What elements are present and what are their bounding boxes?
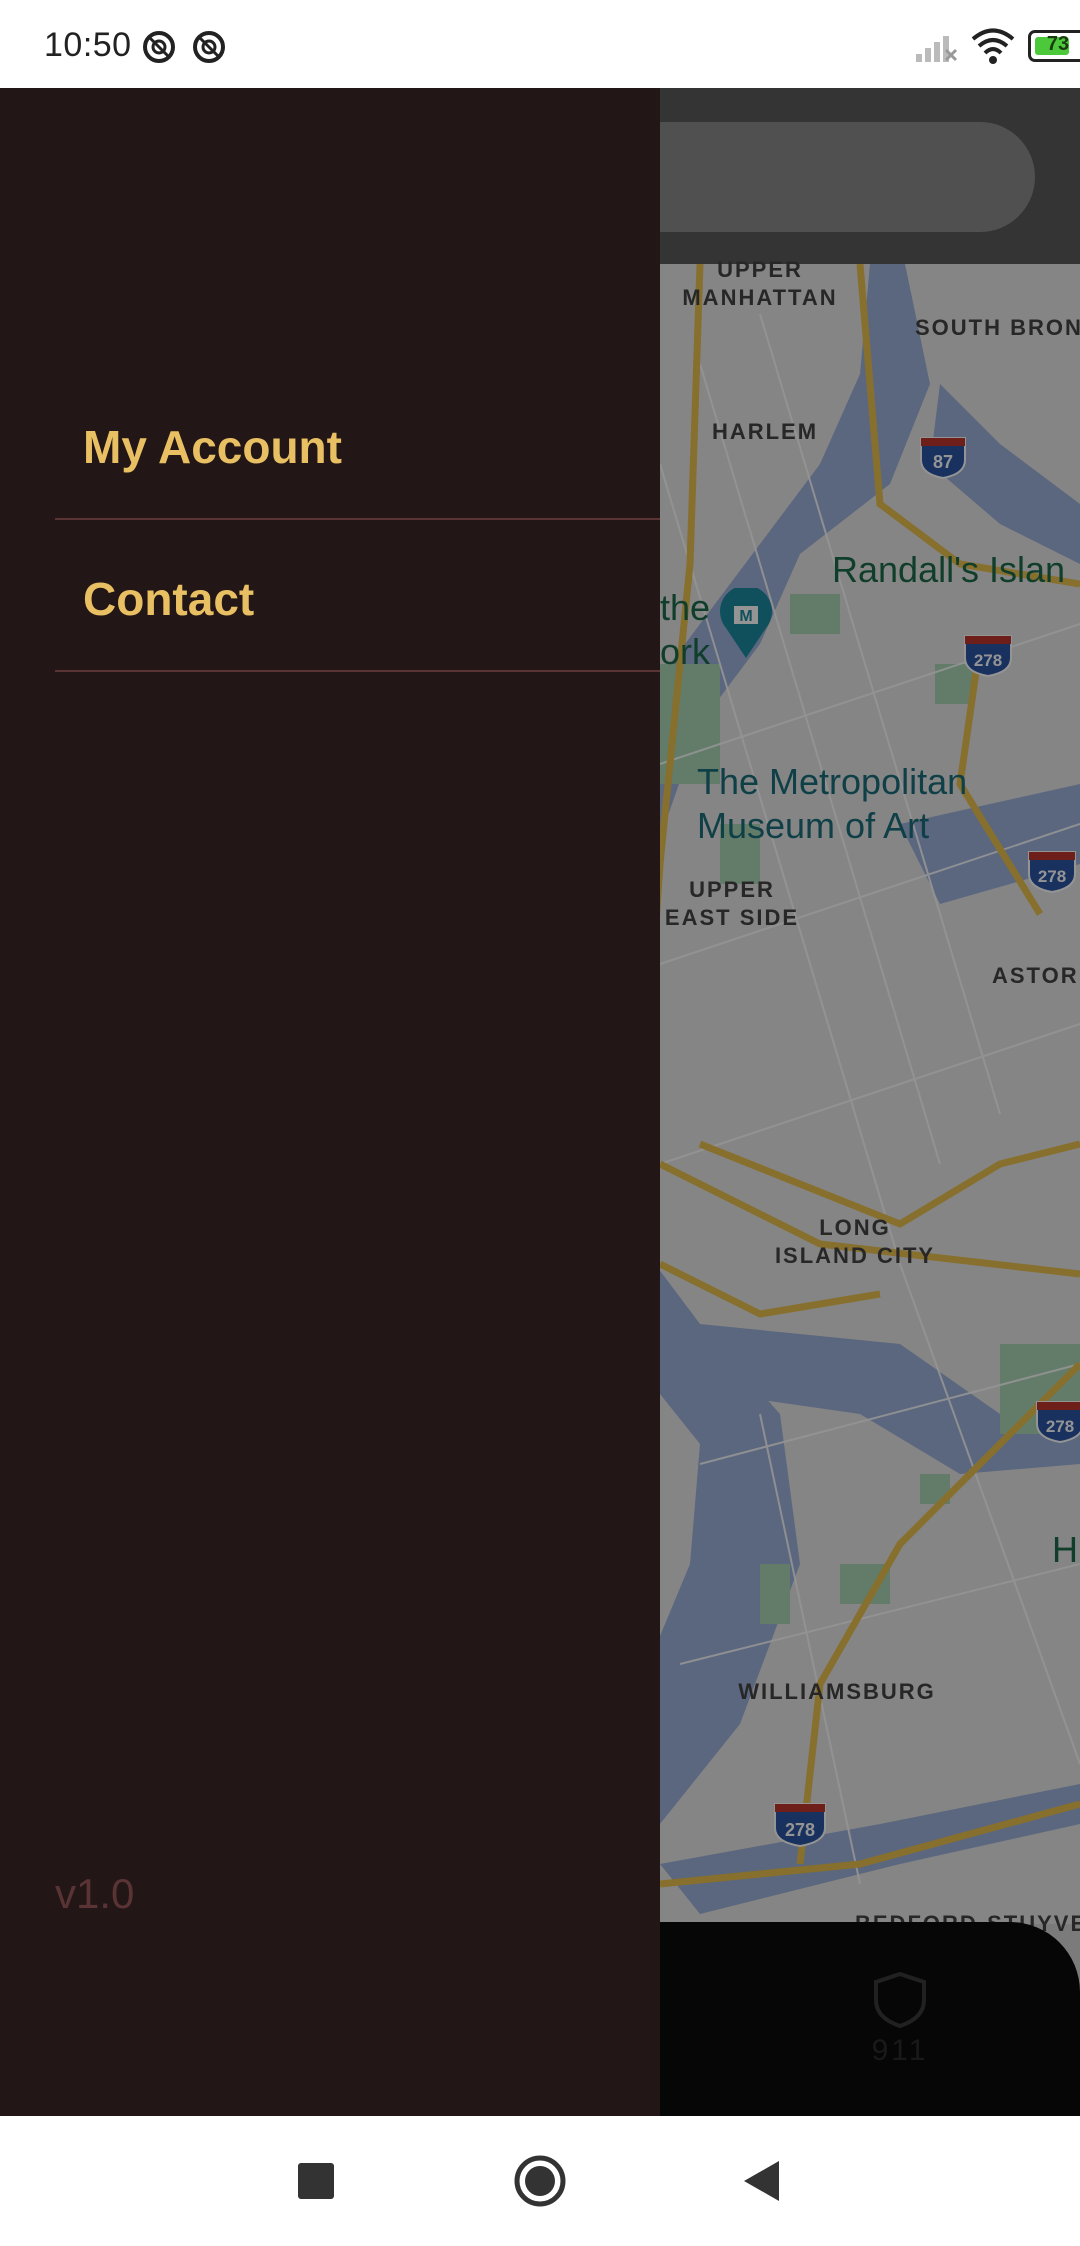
drawer-item-my-account[interactable]: My Account — [55, 368, 660, 520]
drawer-item-contact[interactable]: Contact — [55, 520, 660, 672]
signal-icon — [916, 36, 958, 62]
wifi-icon — [971, 28, 1015, 64]
system-navigation-bar — [0, 2116, 1080, 2246]
status-bar: 10:50 73 — [0, 0, 1080, 88]
recents-square-icon[interactable] — [281, 2146, 351, 2216]
drawer-item-label: My Account — [83, 421, 342, 473]
battery-level: 73 — [1046, 33, 1070, 55]
app-version: v1.0 — [55, 1870, 135, 1917]
back-triangle-icon[interactable] — [727, 2146, 797, 2216]
battery-icon: 73 — [1028, 30, 1080, 62]
status-icons: 73 — [820, 0, 1080, 88]
drawer-item-label: Contact — [83, 573, 255, 625]
home-circle-icon[interactable] — [505, 2146, 575, 2216]
navigation-drawer: My Account Contact v1.0 — [0, 88, 660, 2116]
app-notification-icon — [193, 31, 225, 63]
status-time: 10:50 — [44, 26, 132, 64]
app-notification-icon — [143, 31, 175, 63]
